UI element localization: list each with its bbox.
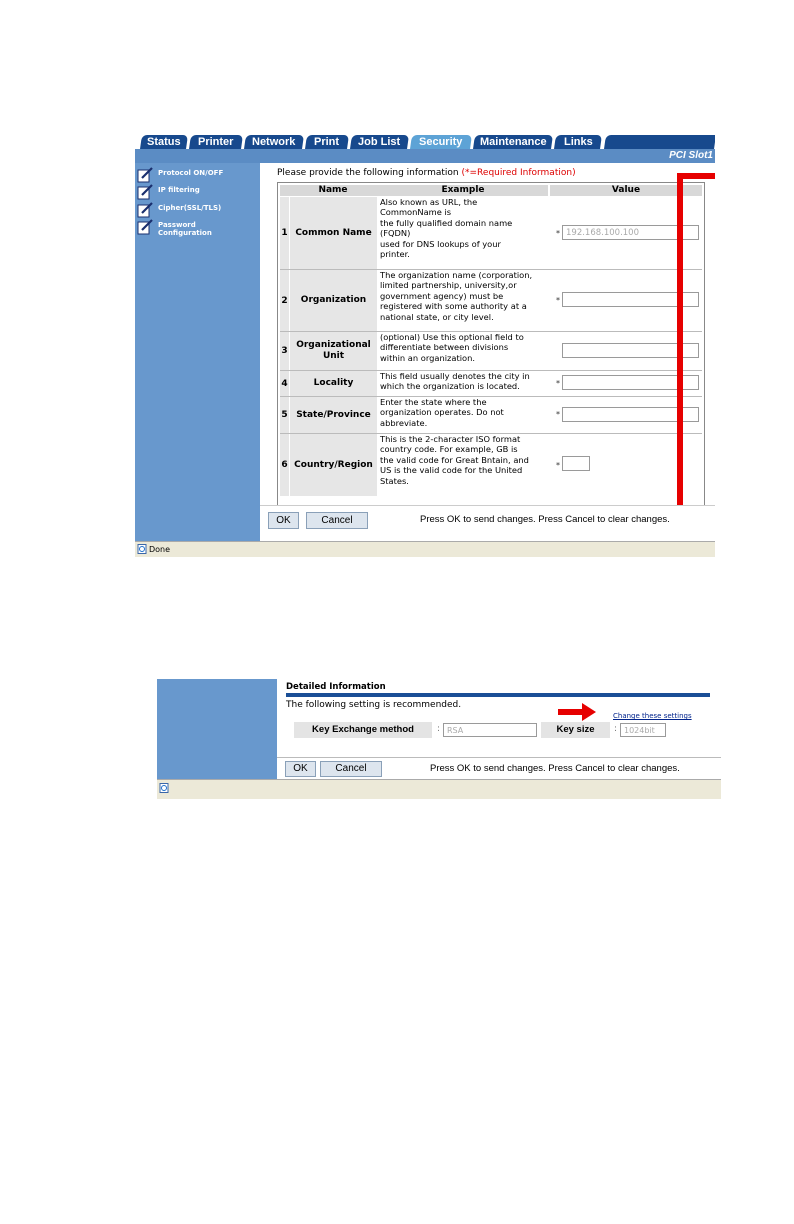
sidebar-item-label: Protocol ON/OFF (158, 169, 224, 177)
field-name: Locality (290, 371, 377, 396)
status-text: Done (149, 545, 171, 554)
edit-pencil-icon (137, 184, 153, 200)
main-content: Please provide the following information… (260, 163, 715, 541)
sidebar-item-cipher[interactable]: Cipher(SSL/TLS) (137, 202, 221, 218)
title-underline (286, 693, 710, 697)
field-example: Enter the state where the organization o… (380, 397, 504, 428)
ok-button[interactable]: OK (285, 761, 316, 777)
sidebar: Protocol ON/OFF IP filtering Cipher(SSL/… (135, 163, 260, 541)
edit-pencil-icon (137, 219, 153, 235)
required-marker: * (556, 296, 560, 305)
tab-label: Security (419, 136, 463, 148)
sidebar-item-label: IP filtering (158, 186, 200, 194)
slot-label: PCI Slot1 (669, 150, 713, 161)
tab-links[interactable]: Links (554, 135, 602, 149)
row-number: 5 (280, 397, 289, 433)
required-marker: * (556, 461, 560, 470)
field-example: This is the 2-character ISO format count… (380, 434, 529, 486)
table-row: 5 State/Province Enter the state where t… (280, 397, 702, 433)
change-settings-link[interactable]: Change these settings (613, 712, 692, 720)
key-size-input[interactable]: 1024bit (620, 723, 666, 737)
tab-label: Status (147, 136, 181, 148)
table-row: 6 Country/Region This is the 2-character… (280, 434, 702, 496)
country-region-input[interactable] (562, 456, 590, 471)
field-example: (optional) Use this optional field to di… (380, 332, 524, 363)
key-exchange-input[interactable]: RSA (443, 723, 537, 737)
footer-message: Press OK to send changes. Press Cancel t… (430, 763, 680, 774)
tab-label: Print (314, 136, 340, 148)
page-icon (159, 783, 169, 793)
sidebar-item-label: Cipher(SSL/TLS) (158, 204, 222, 212)
button-bar: OK Cancel Press OK to send changes. Pres… (260, 505, 715, 542)
key-size-label: Key size (541, 722, 610, 738)
tab-status[interactable]: Status (140, 135, 188, 149)
footer-message: Press OK to send changes. Press Cancel t… (420, 514, 670, 525)
tab-print[interactable]: Print (305, 135, 349, 149)
table-row: 2 Organization The organization name (co… (280, 270, 702, 331)
sidebar (157, 679, 277, 779)
required-note: (*=Required Information) (461, 168, 576, 178)
certificate-form-table: Name Example Value 1 Common Name Also kn… (277, 182, 705, 534)
field-example: Also known as URL, the CommonName is the… (380, 197, 513, 260)
key-exchange-label: Key Exchange method (294, 722, 432, 738)
required-marker: * (556, 229, 560, 238)
field-example: The organization name (corporation, limi… (380, 270, 533, 322)
field-name: Country/Region (290, 434, 377, 496)
edit-pencil-icon (137, 167, 153, 183)
tab-label: Links (563, 136, 593, 148)
header-example: Example (378, 185, 548, 196)
tab-label: Maintenance (479, 136, 547, 148)
row-number: 2 (280, 270, 289, 331)
ok-button[interactable]: OK (268, 512, 299, 529)
header-name: Name (280, 185, 386, 196)
tab-label: Printer (198, 136, 234, 148)
cancel-button[interactable]: Cancel (320, 761, 382, 777)
tab-printer[interactable]: Printer (189, 135, 243, 149)
tab-bar-fill (604, 135, 715, 149)
sidebar-item-protocol[interactable]: Protocol ON/OFF (137, 167, 223, 183)
tab-label: Job List (358, 136, 401, 148)
detailed-information-screen: Detailed Information The following setti… (157, 679, 721, 799)
recommend-text: The following setting is recommended. (286, 700, 462, 710)
tab-maintenance[interactable]: Maintenance (473, 135, 553, 149)
colon: : (614, 724, 618, 734)
edit-pencil-icon (137, 202, 153, 218)
row-number: 1 (280, 197, 289, 269)
colon: : (437, 724, 441, 734)
row-number: 3 (280, 332, 289, 370)
tab-bar: Status Printer Network Print Job List Se… (135, 133, 715, 149)
table-row: 4 Locality This field usually denotes th… (280, 371, 702, 396)
required-marker: * (556, 379, 560, 388)
browser-status-bar (157, 779, 721, 799)
table-row: 3 Organizational Unit (optional) Use thi… (280, 332, 702, 370)
value-column-highlight (677, 173, 715, 535)
tab-network[interactable]: Network (244, 135, 304, 149)
sidebar-item-label: Password Configuration (158, 221, 212, 237)
table-row: 1 Common Name Also known as URL, the Com… (280, 197, 702, 269)
sub-header-bar: PCI Slot1 (135, 149, 715, 163)
form-intro: Please provide the following information… (277, 168, 576, 178)
row-number: 6 (280, 434, 289, 496)
security-certificate-screen: Status Printer Network Print Job List Se… (135, 133, 715, 557)
tab-security[interactable]: Security (410, 135, 472, 149)
tab-label: Network (252, 136, 296, 148)
cancel-button[interactable]: Cancel (306, 512, 368, 529)
row-number: 4 (280, 371, 289, 396)
required-marker: * (556, 410, 560, 419)
red-arrow-icon (558, 703, 596, 721)
detail-title: Detailed Information (286, 682, 386, 692)
tab-job-list[interactable]: Job List (350, 135, 409, 149)
page-icon (137, 544, 147, 554)
field-name: Organization (290, 270, 377, 331)
sidebar-item-password[interactable]: Password Configuration (137, 219, 212, 237)
field-example: This field usually denotes the city in w… (380, 371, 530, 392)
field-name: Organizational Unit (290, 332, 377, 370)
field-name: Common Name (290, 197, 377, 269)
button-bar: OK Cancel Press OK to send changes. Pres… (277, 757, 721, 780)
intro-text: Please provide the following information (277, 168, 459, 178)
browser-status-bar: Done (135, 541, 715, 557)
field-name: State/Province (290, 397, 377, 433)
sidebar-item-ip-filtering[interactable]: IP filtering (137, 184, 200, 200)
